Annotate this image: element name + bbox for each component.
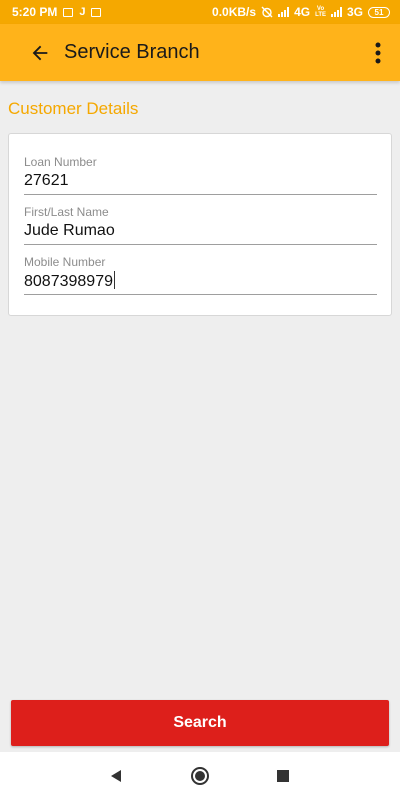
network-speed: 0.0KB/s [212, 5, 257, 19]
nav-home-button[interactable] [188, 764, 212, 788]
battery-icon: 51 [368, 6, 390, 18]
network-4g: 4G [294, 5, 311, 19]
nav-recents-button[interactable] [271, 764, 295, 788]
app-bar: Service Branch [0, 24, 400, 81]
loan-number-field: Loan Number 27621 [24, 155, 377, 195]
search-button[interactable]: Search [11, 700, 389, 746]
back-button[interactable] [24, 37, 56, 69]
square-recents-icon [277, 770, 289, 782]
mobile-number-label: Mobile Number [24, 255, 106, 269]
triangle-back-icon [111, 770, 121, 782]
notification-icon [63, 7, 74, 17]
page-title: Service Branch [64, 41, 200, 63]
name-field: First/Last Name Jude Rumao [24, 205, 377, 245]
customer-details-card: Loan Number 27621 First/Last Name Jude R… [8, 133, 392, 316]
status-bar: 5:20 PM J 0.0KB/s 4G Vo LTE 3G 51 [0, 0, 400, 24]
more-vert-icon [375, 42, 381, 63]
alarm-off-icon [261, 6, 273, 18]
calendar-icon [91, 7, 102, 17]
nav-back-button[interactable] [104, 764, 128, 788]
mobile-number-value: 8087398979 [24, 273, 113, 290]
loan-number-input[interactable]: 27621 [24, 171, 377, 195]
name-input[interactable]: Jude Rumao [24, 221, 377, 245]
section-title: Customer Details [8, 99, 139, 118]
name-label: First/Last Name [24, 205, 109, 219]
text-cursor [113, 271, 115, 289]
network-3g: 3G [346, 5, 363, 19]
status-time: 5:20 PM [12, 5, 58, 19]
navigation-bar [0, 752, 400, 800]
signal-icon [278, 7, 290, 17]
mobile-number-input[interactable]: 8087398979 [24, 271, 377, 295]
volte-label: Vo LTE [315, 6, 326, 18]
loan-number-label: Loan Number [24, 155, 97, 169]
mobile-number-field: Mobile Number 8087398979 [24, 255, 377, 295]
arrow-left-icon [32, 45, 48, 60]
circle-home-icon [191, 767, 209, 785]
signal-icon-2 [330, 7, 342, 17]
overflow-menu-button[interactable] [366, 33, 390, 73]
notification-letter: J [79, 6, 86, 18]
